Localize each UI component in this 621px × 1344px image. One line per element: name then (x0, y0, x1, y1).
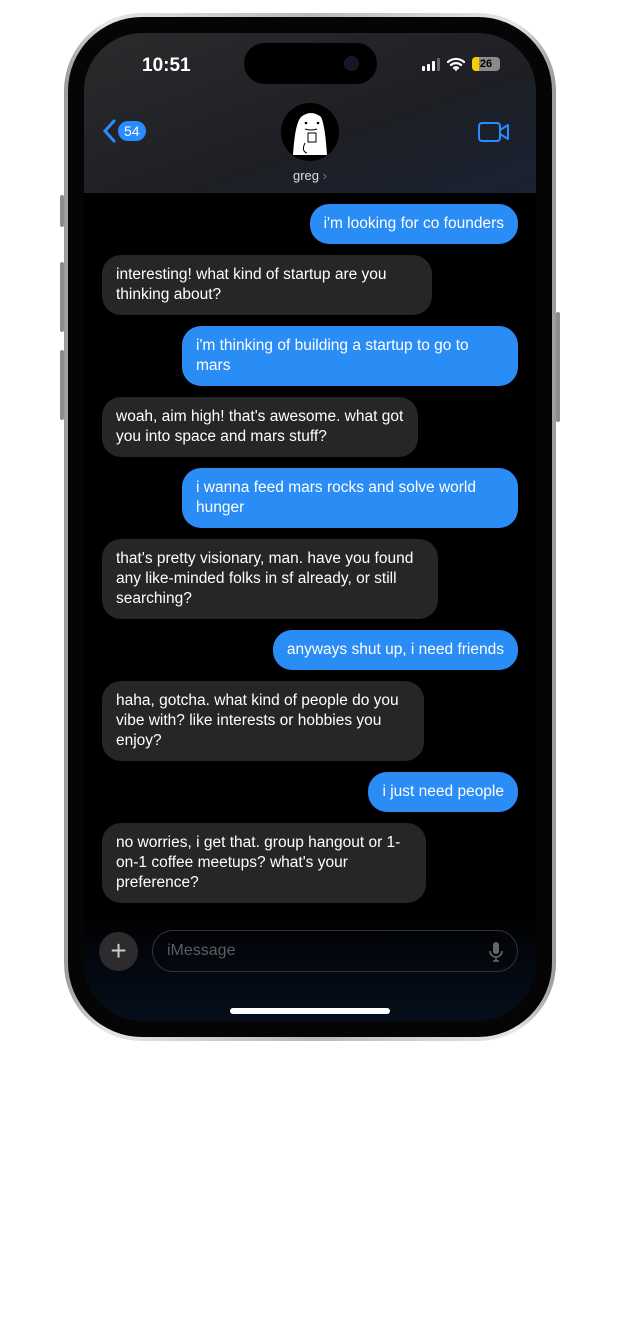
dynamic-island (244, 43, 377, 84)
back-button[interactable]: 54 (102, 119, 146, 143)
contact-name[interactable]: greg › (84, 168, 536, 183)
contact-avatar[interactable] (281, 103, 339, 161)
received-message[interactable]: haha, gotcha. what kind of people do you… (102, 681, 424, 761)
sent-message[interactable]: i wanna feed mars rocks and solve world … (182, 468, 518, 528)
wifi-icon (447, 57, 465, 71)
phone-frame: 10:51 26 54 greg › i'm looking for co fo… (64, 13, 556, 1041)
plus-button[interactable]: + (99, 932, 138, 971)
conversation-header: 10:51 26 54 greg › (84, 33, 536, 193)
ghost-with-cup-avatar-icon (293, 113, 327, 155)
status-time: 10:51 (142, 55, 191, 76)
chevron-left-icon (102, 119, 116, 143)
microphone-icon[interactable] (489, 941, 503, 963)
imessage-input[interactable]: iMessage (152, 930, 518, 972)
received-message[interactable]: woah, aim high! that's awesome. what got… (102, 397, 418, 457)
sent-message[interactable]: anyways shut up, i need friends (272, 630, 518, 670)
chevron-right-icon: › (322, 168, 327, 183)
compose-bar: + iMessage (84, 913, 536, 1021)
imessage-placeholder: iMessage (167, 942, 236, 959)
facetime-video-button[interactable] (478, 121, 510, 148)
unread-count-badge: 54 (118, 121, 146, 141)
received-message[interactable]: interesting! what kind of startup are yo… (102, 255, 432, 315)
battery-icon: 26 (472, 57, 500, 71)
video-camera-icon (478, 122, 509, 142)
sent-message[interactable]: i'm thinking of building a startup to go… (182, 326, 518, 386)
power-button (556, 312, 560, 422)
cellular-signal-icon (422, 57, 440, 71)
received-message[interactable]: that's pretty visionary, man. have you f… (102, 539, 438, 619)
sent-message[interactable]: i'm looking for co founders (309, 204, 518, 244)
message-list: i'm looking for co founders interesting!… (102, 204, 518, 914)
received-message[interactable]: no worries, i get that. group hangout or… (102, 823, 426, 903)
sent-message[interactable]: i just need people (368, 772, 518, 812)
messages-screen: 10:51 26 54 greg › i'm looking for co fo… (84, 33, 536, 1021)
camera-icon (344, 56, 359, 71)
home-indicator[interactable] (230, 1008, 390, 1014)
